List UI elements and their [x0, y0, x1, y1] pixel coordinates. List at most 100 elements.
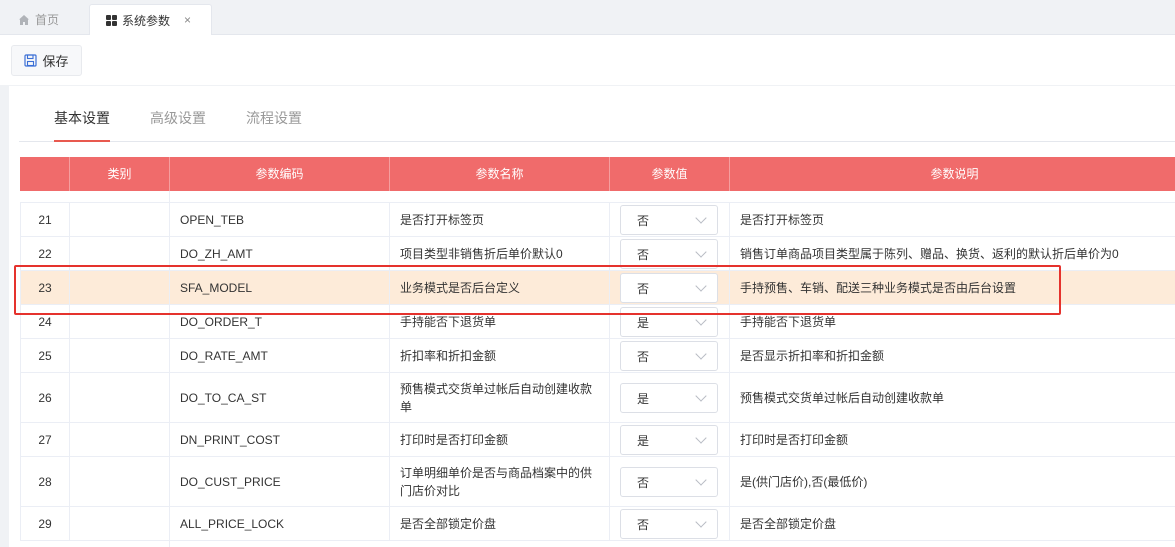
value-select-text: 否	[637, 349, 650, 364]
row-index: 23	[20, 271, 70, 305]
row-description: 是否全部锁定价盘	[730, 507, 1175, 541]
chevron-down-icon	[695, 516, 707, 528]
row-index: 26	[20, 373, 70, 423]
row-category	[70, 457, 170, 507]
row-name: 订单明细单价是否与商品档案中的供门店价对比	[390, 457, 610, 507]
row-value-cell: 是	[610, 305, 730, 339]
row-name: 手持能否下退货单	[390, 305, 610, 339]
value-select[interactable]: 否	[620, 467, 718, 497]
value-select-text: 否	[637, 517, 650, 532]
table-row[interactable]: 21 OPEN_TEB 是否打开标签页否是否打开标签页	[20, 203, 1175, 237]
row-index: 28	[20, 457, 70, 507]
table-row[interactable]: 28 DO_CUST_PRICE 订单明细单价是否与商品档案中的供门店价对比 否 是(供…	[20, 457, 1175, 507]
row-category	[70, 423, 170, 457]
table-row[interactable]: 25 DO_RATE_AMT 折扣率和折扣金额 否 是否显示折扣率和折扣金额	[20, 339, 1175, 373]
tab-advanced-settings[interactable]: 高级设置	[150, 108, 206, 128]
table-body: 销售 21OPEN_TEB是否打开标签页否是否打开标签页22DO_ZH_AMT项…	[20, 191, 1175, 547]
header-index	[20, 157, 70, 191]
chevron-down-icon	[695, 246, 707, 258]
row-code: DN_PRINT_COST	[170, 423, 390, 457]
row-code: ALL_PRICE_LOCK	[170, 507, 390, 541]
row-code: DO_ZH_AMT	[170, 237, 390, 271]
row-code: DO_CUST_PRICE	[170, 457, 390, 507]
row-category	[70, 373, 170, 423]
value-select-text: 否	[637, 475, 650, 490]
tab-flow-settings[interactable]: 流程设置	[246, 108, 302, 128]
table-row[interactable]: 29 ALL_PRICE_LOCK 是否全部锁定价盘否是否全部锁定价盘	[20, 507, 1175, 541]
row-code: DO_ORDER_T	[170, 305, 390, 339]
row-value-cell: 是	[610, 373, 730, 423]
row-description: 打印时是否打印金额	[730, 423, 1175, 457]
close-icon[interactable]: ×	[184, 13, 191, 27]
header-value: 参数值	[610, 157, 730, 191]
row-name: 预售模式交货单过帐后自动创建收款单	[390, 373, 610, 423]
row-category	[70, 203, 170, 237]
row-index: 21	[20, 203, 70, 237]
value-select-text: 是	[637, 315, 650, 330]
settings-tabs: 基本设置 高级设置 流程设置	[19, 86, 1175, 142]
value-select-text: 是	[637, 433, 650, 448]
table-row[interactable]: 27 DN_PRINT_COST 打印时是否打印金额是打印时是否打印金额	[20, 423, 1175, 457]
row-value-cell: 否	[610, 271, 730, 305]
grid-icon	[106, 14, 117, 26]
row-name: 打印时是否打印金额	[390, 423, 610, 457]
value-select[interactable]: 否	[620, 205, 718, 235]
row-name: 是否全部锁定价盘	[390, 507, 610, 541]
row-category	[70, 237, 170, 271]
row-code: DO_TO_CA_ST	[170, 373, 390, 423]
row-category	[70, 271, 170, 305]
home-icon	[19, 14, 29, 25]
chevron-down-icon	[695, 280, 707, 292]
row-category	[70, 507, 170, 541]
value-select[interactable]: 否	[620, 239, 718, 269]
save-button[interactable]: 保存	[11, 45, 82, 76]
tab-system-params[interactable]: 系统参数 ×	[89, 4, 212, 35]
tab-home[interactable]: 首页	[18, 4, 59, 35]
row-value-cell: 否	[610, 339, 730, 373]
chevron-down-icon	[695, 212, 707, 224]
chevron-down-icon	[695, 474, 707, 486]
tab-bar: 首页 系统参数 ×	[0, 0, 1175, 35]
row-code: DO_RATE_AMT	[170, 339, 390, 373]
row-name: 折扣率和折扣金额	[390, 339, 610, 373]
table-row[interactable]: 24 DO_ORDER_T 手持能否下退货单是手持能否下退货单	[20, 305, 1175, 339]
chevron-down-icon	[695, 314, 707, 326]
value-select[interactable]: 否	[620, 341, 718, 371]
row-value-cell: 否	[610, 237, 730, 271]
save-icon	[24, 54, 38, 67]
table-row[interactable]: 26 DO_TO_CA_ST 预售模式交货单过帐后自动创建收款单是预售模式交货单过帐…	[20, 373, 1175, 423]
row-index: 29	[20, 507, 70, 541]
row-value-cell: 否	[610, 457, 730, 507]
value-select[interactable]: 是	[620, 425, 718, 455]
active-tab-indicator	[54, 140, 110, 142]
header-category: 类别	[70, 157, 170, 191]
row-name: 是否打开标签页	[390, 203, 610, 237]
row-description: 预售模式交货单过帐后自动创建收款单	[730, 373, 1175, 423]
row-description: 手持预售、车销、配送三种业务模式是否由后台设置	[730, 271, 1175, 305]
row-category	[70, 305, 170, 339]
header-code: 参数编码	[170, 157, 390, 191]
value-select[interactable]: 否	[620, 273, 718, 303]
value-select-text: 是	[637, 391, 650, 406]
main-panel: 基本设置 高级设置 流程设置 类别 参数编码 参数名称 参数值 参数说明 销售 …	[9, 86, 1175, 547]
value-select[interactable]: 是	[620, 383, 718, 413]
row-description: 销售订单商品项目类型属于陈列、赠品、换货、返利的默认折后单价为0	[730, 237, 1175, 271]
table-row[interactable]: 23 SFA_MODEL 业务模式是否后台定义 否 手持预售、车销、配送三种业务模式是否…	[20, 271, 1175, 305]
value-select[interactable]: 是	[620, 307, 718, 337]
table-row[interactable]: 22 DO_ZH_AMT 项目类型非销售折后单价默认0 否 销售订单商品项目类型属于陈列…	[20, 237, 1175, 271]
chevron-down-icon	[695, 348, 707, 360]
tab-system-params-label: 系统参数	[122, 13, 171, 28]
row-index: 25	[20, 339, 70, 373]
row-code: SFA_MODEL	[170, 271, 390, 305]
row-name: 项目类型非销售折后单价默认0	[390, 237, 610, 271]
row-description: 是否显示折扣率和折扣金额	[730, 339, 1175, 373]
header-name: 参数名称	[390, 157, 610, 191]
row-index: 22	[20, 237, 70, 271]
tab-basic-settings[interactable]: 基本设置	[54, 108, 110, 128]
value-select[interactable]: 否	[620, 509, 718, 539]
row-description: 是(供门店价),否(最低价)	[730, 457, 1175, 507]
chevron-down-icon	[695, 390, 707, 402]
tab-home-label: 首页	[35, 13, 60, 27]
value-select-text: 否	[637, 213, 650, 228]
value-select-text: 否	[637, 247, 650, 262]
